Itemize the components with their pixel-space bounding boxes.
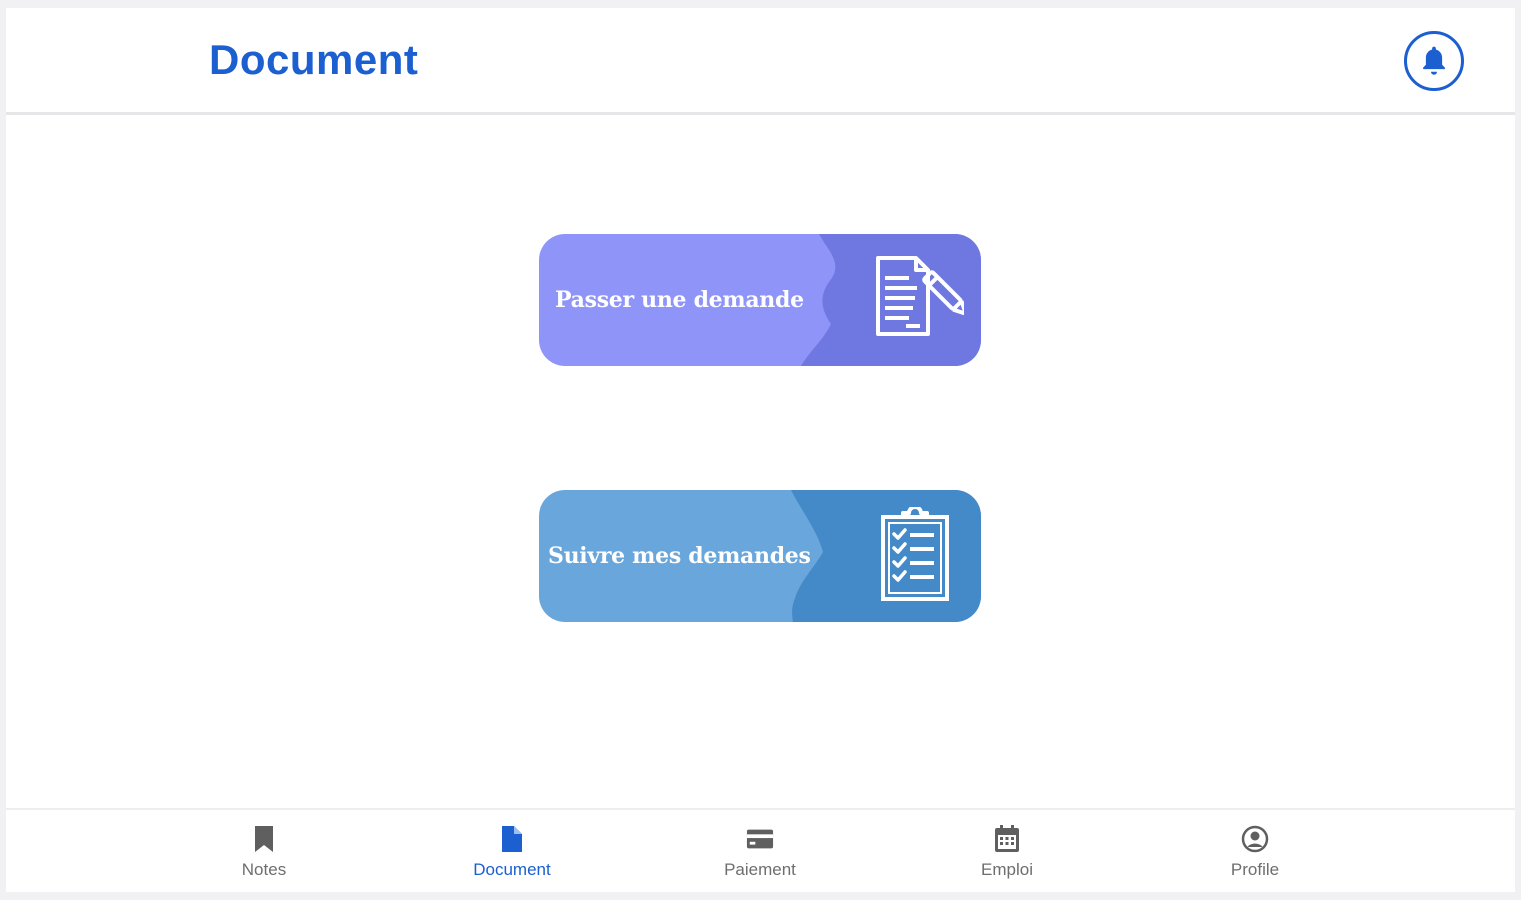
nav-item-profile[interactable]: Profile <box>1195 824 1315 880</box>
page-title: Document <box>209 36 419 83</box>
bell-icon <box>1423 46 1445 75</box>
track-requests-label: Suivre mes demandes <box>548 543 811 569</box>
nav-label-emploi: Emploi <box>981 860 1033 879</box>
track-requests-card[interactable]: Suivre mes demandes <box>539 490 981 622</box>
nav-item-emploi[interactable]: Emploi <box>947 824 1067 880</box>
nav-label-notes: Notes <box>241 860 287 879</box>
credit-card-icon <box>746 829 774 849</box>
nav-item-document[interactable]: Document <box>452 824 572 880</box>
document-edit-icon <box>876 256 964 336</box>
nav-label-profile: Profile <box>1230 860 1280 879</box>
account-circle-icon <box>1241 825 1269 853</box>
request-document-label: Passer une demande <box>555 287 804 313</box>
app-screen: Document Passer une demande Suivre mes d… <box>6 8 1515 892</box>
notifications-button[interactable] <box>1404 31 1464 91</box>
bookmark-icon <box>255 826 273 852</box>
nav-item-paiement[interactable]: Paiement <box>700 824 820 880</box>
nav-item-notes[interactable]: Notes <box>204 824 324 880</box>
nav-label-paiement: Paiement <box>724 860 796 879</box>
bottom-navigation: Notes Document Paiement Emploi Profile <box>6 808 1515 892</box>
calendar-icon <box>995 825 1019 852</box>
file-icon <box>502 826 522 852</box>
request-document-card[interactable]: Passer une demande <box>539 234 981 366</box>
nav-label-document: Document <box>473 860 551 879</box>
top-app-bar: Document <box>6 8 1515 115</box>
clipboard-checklist-icon <box>881 507 949 601</box>
